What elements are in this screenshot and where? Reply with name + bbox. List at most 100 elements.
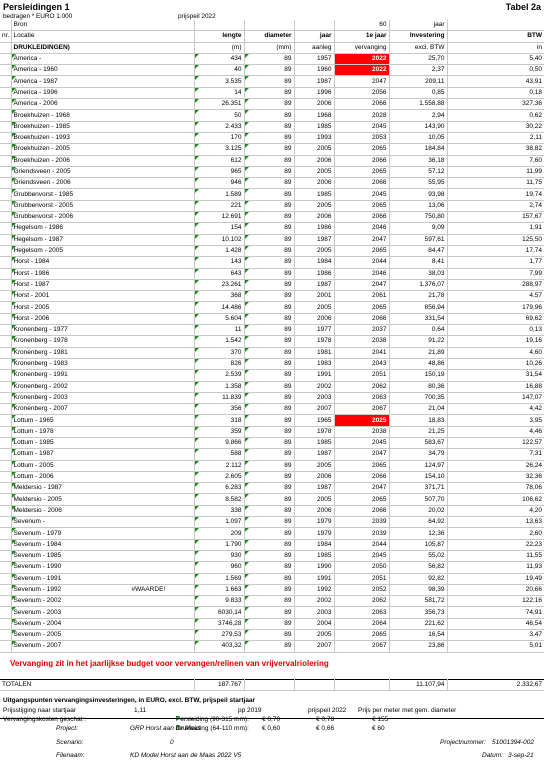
- length-cell: 9.866: [194, 437, 245, 450]
- location-cell: Sevenum - 2003: [11, 606, 195, 619]
- table-row: Sevenum - 1992 #WAARDE! 1.663 89 1992 2052 98,…: [0, 584, 544, 597]
- table-row: Grubbenvorst - 2006 12.691 89 2006 2066 750,8…: [0, 211, 544, 224]
- length-cell: 6.283: [194, 482, 245, 495]
- year-cell: 1968: [294, 109, 335, 122]
- year-cell: 1960: [294, 64, 335, 77]
- header-btw-in: in: [447, 42, 544, 54]
- replacement-year-cell: 2065: [334, 629, 390, 642]
- year-cell: 2006: [294, 505, 335, 518]
- length-cell: 965: [194, 166, 245, 179]
- location-cell: Hegelsom - 1987: [11, 234, 195, 246]
- location-cell: Sevenum - 1991: [11, 573, 195, 585]
- btw-cell: 78,06: [447, 482, 544, 495]
- diameter-cell: 89: [244, 98, 295, 111]
- header-btw: BTW: [447, 30, 544, 43]
- investment-cell: 21,04: [389, 403, 448, 416]
- location-cell: Horst - 2006: [11, 313, 195, 326]
- nr-cell: [0, 527, 12, 540]
- length-cell: 1.097: [194, 516, 245, 529]
- btw-cell: 69,62: [447, 313, 544, 326]
- location-cell: Horst - 1986: [11, 268, 195, 280]
- length-cell: 50: [194, 109, 245, 122]
- year-cell: 1987: [294, 448, 335, 461]
- location-cell: Lottum - 1987: [11, 448, 195, 461]
- nr-cell: [0, 437, 12, 450]
- length-cell: 2.605: [194, 471, 245, 484]
- indexation-value: 1,11: [134, 707, 147, 714]
- btw-cell: 26,24: [447, 460, 544, 472]
- header-pressure-lines: DRUKLEIDINGEN): [11, 42, 195, 54]
- investment-cell: 48,86: [389, 358, 448, 371]
- location-cell: Meldersio - 1987: [11, 482, 195, 495]
- header-location: Locatie: [11, 30, 195, 43]
- btw-cell: 0,18: [447, 87, 544, 100]
- investment-cell: 356,73: [389, 606, 448, 619]
- nr-cell: [0, 279, 12, 292]
- length-cell: 11.839: [194, 392, 245, 405]
- header-first-year: 1e jaar: [334, 30, 390, 43]
- investment-cell: 331,54: [389, 313, 448, 326]
- length-cell: 1.589: [194, 188, 245, 201]
- diameter-cell: 89: [244, 527, 295, 540]
- indexation-label: Prijsstijging naar startjaar: [3, 707, 76, 714]
- investment-cell: 0,85: [389, 87, 448, 100]
- investment-cell: 13,06: [389, 200, 448, 213]
- year-cell: 1985: [294, 550, 335, 563]
- diameter-cell: 89: [244, 347, 295, 359]
- diameter-cell: 89: [244, 460, 295, 472]
- replacement-budget-note: Vervanging zit in het jaarlijkse budget …: [10, 659, 329, 668]
- totals-row: TOTALEN 187.767 11.107,94 2.332,67: [0, 678, 544, 692]
- btw-cell: 17,74: [447, 245, 544, 258]
- btw-cell: 5,01: [447, 640, 544, 653]
- year-cell: 1986: [294, 268, 335, 280]
- investment-cell: 55,02: [389, 550, 448, 563]
- nr-cell: [0, 618, 12, 631]
- investment-cell: 80,36: [389, 381, 448, 393]
- replacement-year-cell: 2065: [334, 493, 390, 506]
- nr-cell: [0, 324, 12, 337]
- location-cell: Kronenberg - 2002: [11, 381, 195, 393]
- table-row: Kronenberg - 1978 1.542 89 1978 2038 91,22 19,…: [0, 335, 544, 348]
- length-cell: 209: [194, 527, 245, 540]
- nr-cell: [0, 98, 12, 111]
- btw-cell: 3,95: [447, 414, 544, 427]
- diameter-cell: 89: [244, 595, 295, 608]
- investment-cell: 23,86: [389, 640, 448, 653]
- nr-cell: [0, 166, 12, 179]
- location-cell: Meldersio - 2006: [11, 505, 195, 518]
- nr-cell: [0, 573, 12, 585]
- length-cell: 221: [194, 200, 245, 213]
- nr-cell: [0, 584, 12, 597]
- diameter-cell: 89: [244, 392, 295, 405]
- nr-cell: [0, 335, 12, 348]
- investment-cell: 18,83: [389, 414, 448, 427]
- location-cell: Horst - 1984: [11, 256, 195, 269]
- length-cell: 960: [194, 561, 245, 574]
- location-cell: Lottum - 1965: [11, 414, 195, 427]
- btw-cell: 74,91: [447, 606, 544, 619]
- diameter-cell: 89: [244, 301, 295, 314]
- year-cell: 2006: [294, 313, 335, 326]
- nr-cell: [0, 493, 12, 506]
- investment-cell: 124,97: [389, 460, 448, 472]
- replacement-year-cell: 2062: [334, 381, 390, 393]
- year-cell: 2004: [294, 618, 335, 631]
- year-cell: 2005: [294, 143, 335, 156]
- replacement-year-cell: 2047: [334, 448, 390, 461]
- investment-cell: 34,79: [389, 448, 448, 461]
- table-row: Lottum - 2006 2.605 89 2006 2066 154,10 32,36: [0, 471, 544, 484]
- length-cell: 588: [194, 448, 245, 461]
- length-cell: 434: [194, 53, 245, 66]
- length-cell: 279,53: [194, 629, 245, 642]
- diameter-cell: 89: [244, 166, 295, 179]
- replacement-year-cell: 2038: [334, 426, 390, 438]
- nr-cell: [0, 268, 12, 280]
- location-cell: Griendsveen - 2006: [11, 177, 195, 190]
- year-cell: 2007: [294, 640, 335, 653]
- location-cell: Grubbenvorst - 2005: [11, 200, 195, 213]
- investment-cell: 38,03: [389, 268, 448, 280]
- investment-cell: 21,25: [389, 426, 448, 438]
- header-nr: nr.: [0, 30, 12, 43]
- diameter-cell: 89: [244, 234, 295, 246]
- length-cell: 2.112: [194, 460, 245, 472]
